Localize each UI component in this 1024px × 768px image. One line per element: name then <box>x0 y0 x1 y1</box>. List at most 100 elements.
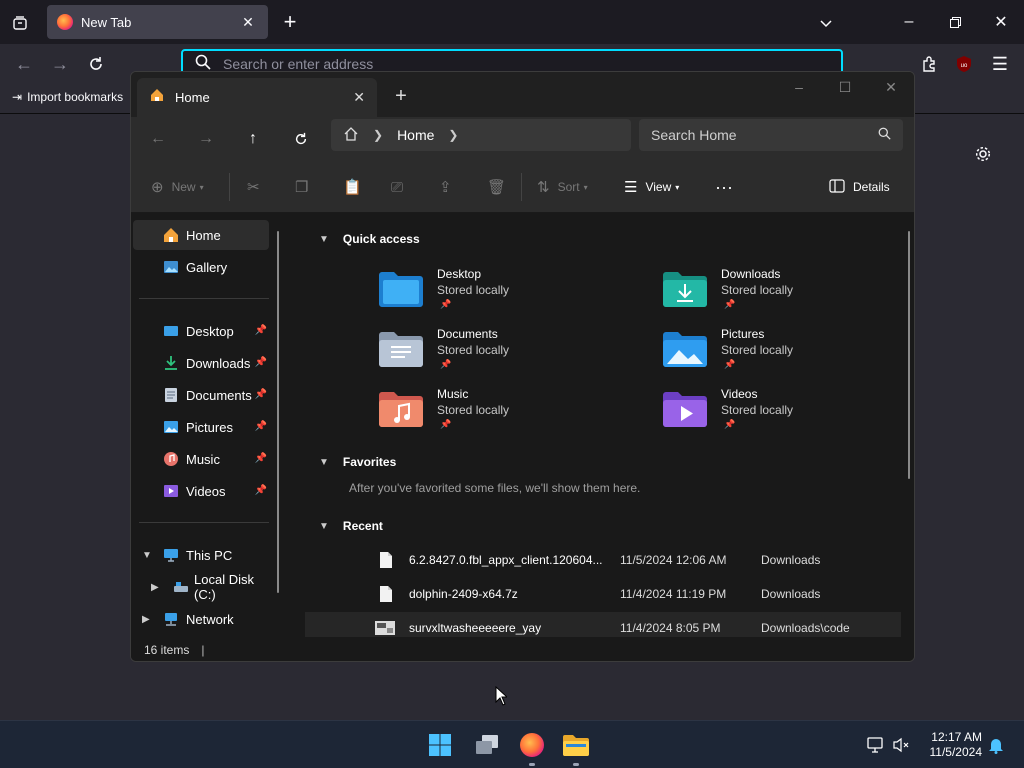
share-icon[interactable]: ⇪ <box>439 175 452 199</box>
favorites-header[interactable]: ▼ Favorites <box>319 455 396 469</box>
rename-icon[interactable]: ⎚ <box>391 175 403 199</box>
system-clock[interactable]: 12:17 AM 11/5/2024 <box>920 730 983 760</box>
forward-icon[interactable]: → <box>189 125 223 153</box>
sort-button[interactable]: ⇅ Sort ▾ <box>537 175 588 199</box>
sidebar-item-documents[interactable]: Documents 📌 <box>133 380 269 410</box>
explorer-tab[interactable]: Home ✕ <box>137 78 377 117</box>
pin-icon[interactable]: 📌 <box>255 485 267 496</box>
tab-title: New Tab <box>81 14 132 30</box>
restore-icon[interactable] <box>932 0 978 44</box>
pin-icon[interactable]: 📌 <box>255 389 267 400</box>
sidebar-item-network[interactable]: Network <box>133 604 269 634</box>
pin-icon: 📌 <box>724 359 736 369</box>
tile-name: Downloads <box>721 267 781 281</box>
sidebar-item-desktop[interactable]: Desktop 📌 <box>133 316 269 346</box>
new-tab-button[interactable]: + <box>277 9 303 35</box>
quick-access-videos[interactable]: Videos Stored locally 📌 <box>663 387 914 443</box>
sidebar-item-gallery[interactable]: Gallery <box>133 252 269 282</box>
new-label: New <box>171 180 196 194</box>
view-icon: ☰ <box>624 179 638 196</box>
view-button[interactable]: ☰ View ▾ <box>624 175 679 199</box>
file-explorer-taskbar-icon[interactable] <box>561 730 591 766</box>
close-tab-icon[interactable]: ✕ <box>353 89 365 106</box>
divider <box>139 522 269 523</box>
close-tab-icon[interactable]: ✕ <box>238 12 258 32</box>
pin-icon[interactable]: 📌 <box>255 357 267 368</box>
sidebar-item-label: Music <box>186 451 220 467</box>
ublock-icon[interactable]: uo <box>950 50 978 78</box>
paste-icon[interactable]: 📋 <box>343 175 362 199</box>
notification-bell-icon[interactable] <box>986 736 1006 754</box>
quick-access-music[interactable]: Music Stored locally 📌 <box>379 387 639 443</box>
item-count: 16 items <box>144 643 190 657</box>
sidebar-item-label: Local Disk (C:) <box>194 572 254 602</box>
local-disk-icon <box>174 582 188 592</box>
details-button[interactable]: Details <box>829 175 890 199</box>
chevron-right-icon[interactable]: ❯ <box>448 128 458 142</box>
quick-access-documents[interactable]: Documents Stored locally 📌 <box>379 327 639 383</box>
browser-tabbar: New Tab ✕ + – ✕ <box>0 0 1024 44</box>
sidebar-item-local-disk[interactable]: Local Disk (C:) <box>133 572 269 602</box>
cut-icon[interactable]: ✂ <box>247 175 260 199</box>
file-date: 11/4/2024 8:05 PM <box>620 621 721 635</box>
downloads-icon <box>165 356 177 370</box>
sidebar-item-pictures[interactable]: Pictures 📌 <box>133 412 269 442</box>
home-icon[interactable] <box>343 126 359 145</box>
search-box[interactable]: Search Home <box>639 119 903 151</box>
url-input[interactable] <box>223 56 783 72</box>
gear-icon[interactable] <box>972 143 994 165</box>
firefox-taskbar-icon[interactable] <box>517 730 547 766</box>
monitor-icon[interactable] <box>866 736 886 754</box>
close-icon[interactable]: ✕ <box>978 0 1024 44</box>
quick-access-downloads[interactable]: Downloads Stored locally 📌 <box>663 267 914 323</box>
table-row[interactable]: 6.2.8427.0.fbl_appx_client.120604... 11/… <box>305 544 901 576</box>
refresh-icon[interactable] <box>284 125 318 153</box>
breadcrumb-home[interactable]: Home <box>397 127 434 143</box>
tile-sub: Stored locally <box>437 283 510 297</box>
pin-icon[interactable]: 📌 <box>255 453 267 464</box>
copy-icon[interactable]: ❐ <box>295 175 308 199</box>
back-icon[interactable]: ← <box>141 125 175 153</box>
up-icon[interactable]: ↑ <box>236 125 270 153</box>
new-button[interactable]: ⊕ New ▾ <box>151 175 204 199</box>
menu-icon[interactable]: ☰ <box>986 50 1014 78</box>
maximize-icon[interactable]: ☐ <box>822 72 868 102</box>
reload-icon[interactable] <box>82 50 110 78</box>
sidebar-item-this-pc[interactable]: This PC <box>133 540 269 570</box>
import-bookmarks-button[interactable]: ⇥ Import bookmarks <box>12 90 123 104</box>
forward-icon[interactable]: → <box>46 50 74 78</box>
sidebar-item-downloads[interactable]: Downloads 📌 <box>133 348 269 378</box>
content-scrollbar[interactable] <box>908 231 910 479</box>
task-view-icon[interactable] <box>472 730 502 760</box>
pin-icon[interactable]: 📌 <box>255 325 267 336</box>
minimize-icon[interactable]: – <box>776 72 822 102</box>
delete-icon[interactable]: 🗑 <box>487 175 506 199</box>
minimize-icon[interactable]: – <box>886 0 932 44</box>
start-icon[interactable] <box>425 730 455 760</box>
pin-icon: 📌 <box>440 359 452 369</box>
chevron-down-icon[interactable] <box>812 9 840 37</box>
sidebar-item-label: Home <box>186 227 221 243</box>
quick-access-header[interactable]: ▼ Quick access <box>319 232 420 246</box>
file-location: Downloads <box>761 553 821 567</box>
table-row[interactable]: dolphin-2409-x64.7z 11/4/2024 11:19 PM D… <box>305 578 901 610</box>
back-icon[interactable]: ← <box>10 50 38 78</box>
file-location: Downloads\code <box>761 621 850 635</box>
pin-icon[interactable]: 📌 <box>255 421 267 432</box>
sidebar-item-music[interactable]: Music 📌 <box>133 444 269 474</box>
extensions-icon[interactable] <box>915 50 943 78</box>
sidebar-item-videos[interactable]: Videos 📌 <box>133 476 269 506</box>
sidebar-item-home[interactable]: Home <box>133 220 269 250</box>
list-tabs-icon[interactable] <box>6 9 34 37</box>
quick-access-pictures[interactable]: Pictures Stored locally 📌 <box>663 327 914 383</box>
volume-muted-icon[interactable] <box>891 736 911 754</box>
sidebar-item-label: Gallery <box>186 259 228 275</box>
add-tab-button[interactable]: + <box>389 84 413 108</box>
quick-access-desktop[interactable]: Desktop Stored locally 📌 <box>379 267 639 323</box>
browser-tab[interactable]: New Tab ✕ <box>47 5 268 39</box>
sidebar-scrollbar[interactable] <box>277 231 279 593</box>
breadcrumb[interactable]: ❯ Home ❯ <box>331 119 631 151</box>
more-options-icon[interactable]: ··· <box>715 175 733 199</box>
recent-header[interactable]: ▼ Recent <box>319 519 383 533</box>
close-icon[interactable]: ✕ <box>868 72 914 102</box>
